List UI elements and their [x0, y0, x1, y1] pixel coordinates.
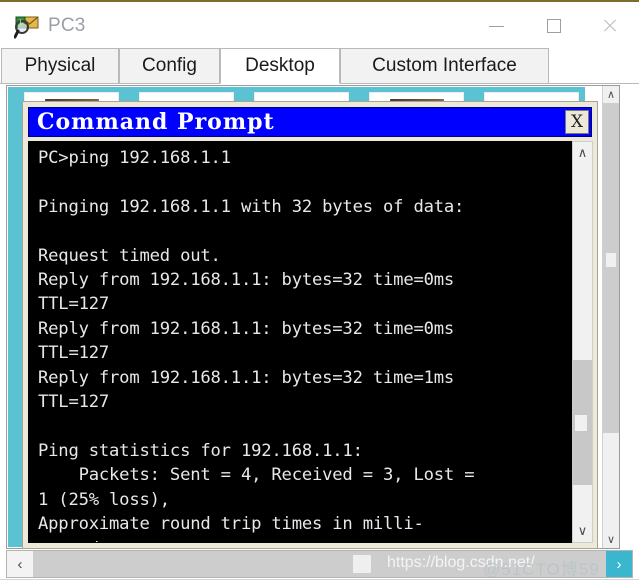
tab-custom-interface[interactable]: Custom Interface — [340, 48, 549, 83]
scrollbar-thumb[interactable] — [603, 103, 619, 433]
scrollbar-grip — [606, 253, 616, 267]
tab-label: Custom Interface — [372, 55, 517, 76]
command-prompt-window: Command Prompt X PC>ping 192.168.1.1 Pin… — [22, 101, 598, 549]
scroll-down-icon[interactable]: ∨ — [603, 531, 619, 548]
tab-desktop[interactable]: Desktop — [220, 48, 340, 84]
tab-physical[interactable]: Physical — [1, 48, 119, 83]
packet-tracer-icon: I — [13, 13, 40, 39]
desktop-vertical-scrollbar[interactable]: ∧ ∨ — [602, 86, 619, 548]
scrollbar-track[interactable] — [33, 551, 606, 577]
tab-label: Desktop — [245, 55, 315, 76]
scroll-left-icon[interactable]: ‹ — [7, 551, 33, 577]
maximize-button[interactable] — [531, 4, 577, 48]
scroll-down-icon[interactable]: ∨ — [573, 520, 592, 542]
pc3-device-window: I PC3 Physical Config Desktop Custom Int… — [0, 0, 639, 583]
minimize-icon — [488, 25, 504, 27]
tab-label: Physical — [24, 55, 96, 76]
scroll-up-icon[interactable]: ∧ — [603, 86, 619, 103]
command-prompt-title: Command Prompt — [37, 109, 275, 135]
scrollbar-grip — [575, 415, 587, 431]
maximize-icon — [547, 19, 561, 33]
tab-bar: Physical Config Desktop Custom Interface — [0, 48, 639, 84]
page-title: PC3 — [48, 15, 86, 36]
scrollbar-thumb[interactable] — [573, 360, 592, 485]
terminal-output-area[interactable]: PC>ping 192.168.1.1 Pinging 192.168.1.1 … — [28, 141, 572, 543]
terminal-vertical-scrollbar[interactable]: ∧ ∨ — [572, 141, 593, 543]
close-icon — [602, 18, 618, 34]
close-button[interactable] — [587, 4, 633, 48]
svg-text:I: I — [19, 19, 22, 27]
horizontal-scrollbar[interactable]: ‹ › https://blog.csdn.net/ @51CTO博59 — [6, 550, 633, 578]
command-prompt-close-button[interactable]: X — [565, 110, 589, 134]
window-bottom-edge — [0, 579, 639, 583]
scrollbar-grip — [353, 555, 371, 573]
command-prompt-title-bar[interactable]: Command Prompt X — [28, 107, 592, 137]
tab-config[interactable]: Config — [119, 48, 220, 83]
scroll-up-icon[interactable]: ∧ — [573, 142, 592, 164]
terminal-text: PC>ping 192.168.1.1 Pinging 192.168.1.1 … — [38, 148, 475, 542]
tab-label: Config — [142, 55, 197, 76]
scroll-right-icon[interactable]: › — [606, 551, 632, 577]
minimize-button[interactable] — [473, 4, 519, 48]
window-title-bar: I PC3 — [0, 4, 639, 48]
